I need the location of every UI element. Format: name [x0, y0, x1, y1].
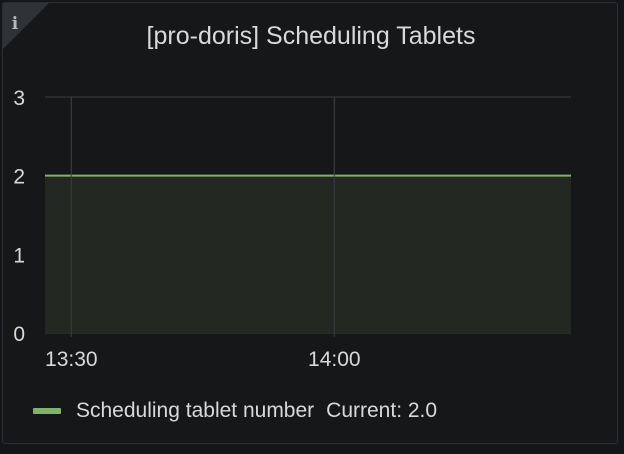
legend-current-value: Current: 2.0 — [326, 399, 438, 422]
y-tick-label: 2 — [13, 166, 25, 189]
y-tick-label: 3 — [13, 87, 25, 110]
legend: Scheduling tablet number Current: 2.0 — [33, 396, 437, 426]
graph-panel: i [pro-doris] Scheduling Tablets 0 1 2 3 13:… — [2, 2, 618, 444]
x-tick-label: 13:30 — [45, 348, 98, 371]
series-layer — [45, 97, 571, 333]
legend-series-name[interactable]: Scheduling tablet number — [76, 399, 314, 423]
chart-area: 0 1 2 3 13:30 14:00 — [13, 87, 571, 371]
y-tick-label: 1 — [13, 244, 25, 267]
y-tick-label: 0 — [13, 323, 25, 346]
series-area-fill — [45, 175, 571, 333]
x-tick-label: 14:00 — [308, 348, 361, 371]
legend-series-swatch[interactable] — [33, 408, 61, 414]
